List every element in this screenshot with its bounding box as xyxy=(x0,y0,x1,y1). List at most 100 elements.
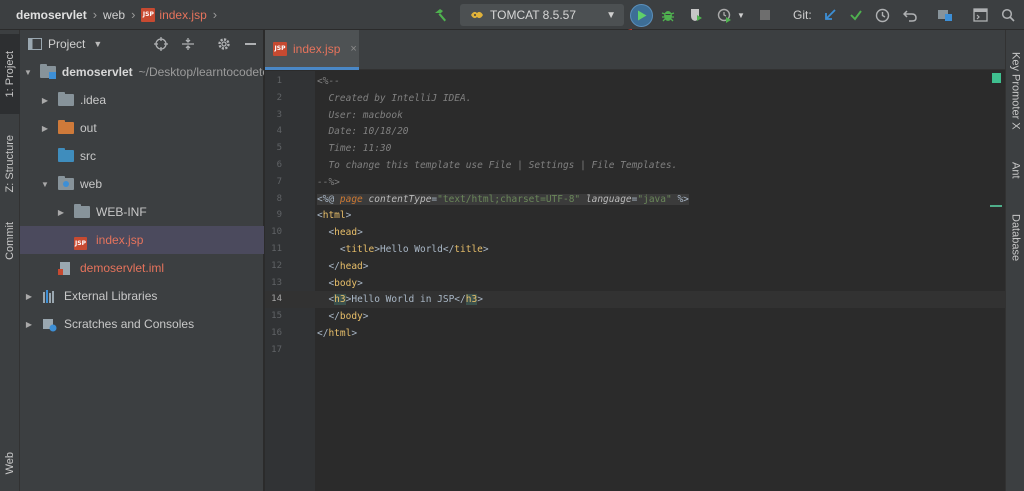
line-number[interactable]: 10 xyxy=(265,224,282,241)
breadcrumb-file[interactable]: JSP index.jsp xyxy=(141,7,207,22)
chevron-right-icon[interactable]: ▶ xyxy=(24,292,34,301)
chevron-right-icon[interactable]: ▶ xyxy=(56,208,66,217)
git-update-icon[interactable] xyxy=(822,7,838,23)
tab-project[interactable]: 1: Project xyxy=(0,34,20,114)
run-with-coverage-icon[interactable] xyxy=(688,7,704,23)
chevron-down-icon[interactable]: ▼ xyxy=(93,39,102,49)
line-number[interactable]: 7 xyxy=(265,174,282,191)
line-number[interactable]: 12 xyxy=(265,258,282,275)
code-line[interactable]: 12 </head> xyxy=(265,258,1005,275)
chevron-down-icon[interactable]: ▼ xyxy=(40,180,50,189)
chevron-right-icon[interactable]: ▶ xyxy=(40,96,50,105)
tab-web[interactable]: Web xyxy=(0,438,20,488)
code-line[interactable]: 11 <title>Hello World</title> xyxy=(265,241,1005,258)
tree-item-external-libraries[interactable]: ▶ External Libraries xyxy=(20,282,264,310)
code-line[interactable]: 5 Time: 11:30 xyxy=(265,140,1005,157)
line-number[interactable]: 5 xyxy=(265,140,282,157)
code-line[interactable]: 15 </body> xyxy=(265,308,1005,325)
code-line[interactable]: 7 --%> xyxy=(265,174,1005,191)
code-token: < xyxy=(317,244,346,255)
tree-item-index-jsp[interactable]: JSP index.jsp xyxy=(20,226,264,254)
tree-item-label: demoservlet.iml xyxy=(80,261,165,275)
line-number[interactable]: 6 xyxy=(265,157,282,174)
code-line[interactable]: 10 <head> xyxy=(265,224,1005,241)
code-line[interactable]: 3 User: macbook xyxy=(265,107,1005,124)
tree-item-web[interactable]: ▼ web xyxy=(20,170,264,198)
stop-icon[interactable] xyxy=(759,9,771,21)
tab-key-promoter-x[interactable]: Key Promoter X xyxy=(1006,36,1024,146)
tree-item-src[interactable]: src xyxy=(20,142,264,170)
code-line[interactable]: 9 <html> xyxy=(265,207,1005,224)
tree-item-idea[interactable]: ▶ .idea xyxy=(20,86,264,114)
code-token: head xyxy=(339,260,363,272)
tree-item-label: index.jsp xyxy=(96,233,144,247)
tab-ant[interactable]: Ant xyxy=(1006,150,1024,190)
line-number[interactable]: 8 xyxy=(265,191,282,208)
tree-item-out[interactable]: ▶ out xyxy=(20,114,264,142)
rollback-undo-icon[interactable] xyxy=(902,7,918,23)
close-icon[interactable]: × xyxy=(350,43,356,55)
profiler-icon[interactable] xyxy=(716,7,732,23)
line-number[interactable]: 4 xyxy=(265,123,282,140)
tab-structure[interactable]: Z: Structure xyxy=(0,120,20,208)
tab-ant-label: Ant xyxy=(1009,161,1022,179)
line-number[interactable]: 3 xyxy=(265,107,282,124)
code-line[interactable]: 8 <%@ page contentType="text/html;charset… xyxy=(265,191,1005,208)
code-line[interactable]: 2 Created by IntelliJ IDEA. xyxy=(265,90,1005,107)
line-number[interactable]: 2 xyxy=(265,90,282,107)
tab-index-jsp[interactable]: JSP index.jsp × xyxy=(265,30,359,70)
code-line[interactable]: 6 To change this template use File | Set… xyxy=(265,157,1005,174)
scrollbar-marker[interactable] xyxy=(990,205,1002,207)
tab-commit[interactable]: Commit xyxy=(0,213,20,269)
code-line[interactable]: 17 xyxy=(265,342,1005,359)
tree-item-path: ~/Desktop/learntocodetoge xyxy=(138,65,264,79)
tree-item-demoservlet-iml[interactable]: demoservlet.iml xyxy=(20,254,264,282)
line-number[interactable]: 17 xyxy=(265,342,282,359)
git-commit-check-icon[interactable] xyxy=(848,7,864,23)
chevron-down-icon[interactable]: ▼ xyxy=(24,68,32,77)
code-token: < xyxy=(317,294,335,306)
line-number[interactable]: 15 xyxy=(265,308,282,325)
git-history-clock-icon[interactable] xyxy=(874,7,890,23)
line-number[interactable]: 1 xyxy=(265,73,282,90)
breadcrumb-separator-icon: › xyxy=(131,7,136,22)
tree-item-scratches-and-consoles[interactable]: ▶ Scratches and Consoles xyxy=(20,310,264,338)
breadcrumb-project[interactable]: demoservlet xyxy=(16,8,87,22)
line-number[interactable]: 9 xyxy=(265,207,282,224)
gear-icon[interactable] xyxy=(216,36,232,52)
code-text: User: macbook xyxy=(317,107,402,124)
locate-target-icon[interactable] xyxy=(153,36,169,52)
line-number[interactable]: 11 xyxy=(265,241,282,258)
code-line[interactable]: 13 <body> xyxy=(265,275,1005,292)
debug-bug-icon[interactable] xyxy=(660,7,676,23)
collapse-all-icon[interactable] xyxy=(180,36,196,52)
project-structure-icon[interactable] xyxy=(936,7,954,23)
search-everywhere-icon[interactable] xyxy=(1000,7,1016,23)
tree-item-demoservlet[interactable]: ▼ demoservlet ~/Desktop/learntocodetoge xyxy=(20,58,264,86)
line-number[interactable]: 13 xyxy=(265,275,282,292)
project-panel: Project ▼ ▼ demoservlet ~/Desktop/learnt… xyxy=(20,30,264,491)
chevron-right-icon[interactable]: ▶ xyxy=(24,320,34,329)
code-token: title xyxy=(345,244,375,255)
code-token: head xyxy=(334,227,358,239)
code-line[interactable]: 16 </html> xyxy=(265,325,1005,342)
code-token: </ xyxy=(317,260,340,272)
terminal-window-icon[interactable] xyxy=(972,7,988,23)
project-panel-title[interactable]: Project xyxy=(48,37,85,51)
chevron-right-icon[interactable]: ▶ xyxy=(40,124,50,133)
code-token: "java" xyxy=(637,193,672,205)
hide-panel-minus-icon[interactable] xyxy=(242,36,258,52)
inspection-status-icon[interactable] xyxy=(992,73,1001,83)
more-run-options-chevron-icon[interactable]: ▼ xyxy=(736,9,746,21)
code-line[interactable]: 1 <%-- xyxy=(265,73,1005,90)
code-token: > xyxy=(362,311,369,323)
breadcrumb-folder[interactable]: web xyxy=(103,8,125,22)
line-number[interactable]: 14 xyxy=(265,291,282,308)
tab-database[interactable]: Database xyxy=(1006,202,1024,274)
code-line[interactable]: 4 Date: 10/18/20 xyxy=(265,123,1005,140)
code-line[interactable]: 14 <h3>Hello World in JSP</h3> xyxy=(265,291,1005,309)
tree-item-web-inf[interactable]: ▶ WEB-INF xyxy=(20,198,264,226)
code-token: </ xyxy=(317,328,329,339)
build-hammer-icon[interactable] xyxy=(432,6,450,24)
line-number[interactable]: 16 xyxy=(265,325,282,342)
